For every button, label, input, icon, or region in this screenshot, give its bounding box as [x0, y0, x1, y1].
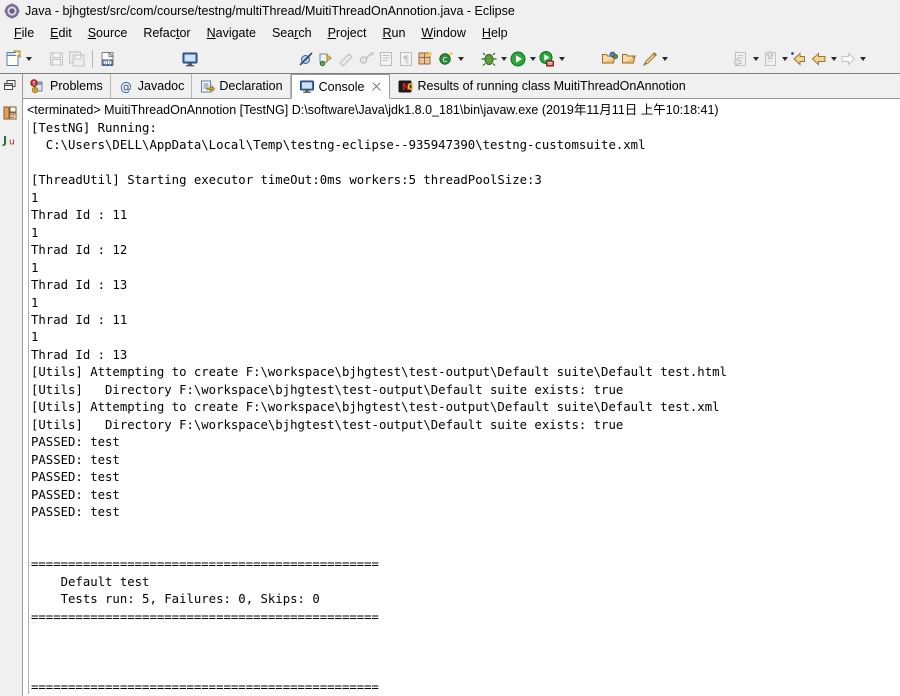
- left-view-bar: J u: [0, 74, 23, 696]
- skip-all-breakpoints-icon[interactable]: [296, 49, 316, 69]
- search-icon[interactable]: [640, 49, 660, 69]
- tab-label: Javadoc: [138, 79, 185, 93]
- problems-icon: [30, 79, 46, 94]
- tab-console[interactable]: Console: [291, 74, 391, 99]
- javadoc-icon: @: [118, 79, 134, 94]
- previous-edit-dropdown-icon[interactable]: [751, 49, 760, 69]
- menu-navigate[interactable]: Navigate: [199, 24, 264, 42]
- toggle-breakpoint-icon[interactable]: 010: [98, 49, 118, 69]
- svg-text:u: u: [9, 138, 15, 148]
- tab-problems[interactable]: Problems: [23, 74, 111, 98]
- menu-file[interactable]: FFileile: [6, 24, 42, 42]
- menu-search[interactable]: Search: [264, 24, 320, 42]
- menu-window[interactable]: Window: [413, 24, 473, 42]
- tab-label: Console: [319, 80, 365, 94]
- workbench-body: J u: [0, 74, 900, 696]
- toolbar-separator: [92, 50, 93, 68]
- console-output-area[interactable]: [TestNG] Running: C:\Users\DELL\AppData\…: [23, 118, 900, 696]
- tab-testng-results[interactable]: N G Results of running class MuitiThread…: [390, 74, 692, 98]
- run-coverage-icon[interactable]: [537, 49, 557, 69]
- tab-label: Results of running class MuitiThreadOnAn…: [417, 79, 685, 93]
- new-file-icon[interactable]: [4, 49, 24, 69]
- tab-label: Declaration: [219, 79, 282, 93]
- new-java-class-icon[interactable]: C: [436, 49, 456, 69]
- process-label: <terminated> MuitiThreadOnAnnotion [Test…: [27, 99, 719, 118]
- svg-text:@: @: [120, 80, 132, 94]
- forward-icon: [838, 49, 858, 69]
- toolbar: 010: [0, 44, 900, 74]
- close-icon[interactable]: [371, 81, 382, 92]
- console-view: Problems @ Javadoc: [23, 74, 900, 696]
- eclipse-window: Java - bjhgtest/src/com/course/testng/mu…: [0, 0, 900, 696]
- console-output-text[interactable]: [TestNG] Running: C:\Users\DELL\AppData\…: [28, 120, 900, 696]
- title-bar: Java - bjhgtest/src/com/course/testng/mu…: [0, 0, 900, 22]
- menu-refactor[interactable]: Refactor: [135, 24, 198, 42]
- text-caret: [28, 120, 29, 694]
- run-coverage-dropdown-icon[interactable]: [557, 49, 566, 69]
- tab-declaration[interactable]: Declaration: [192, 74, 290, 98]
- last-edit-location-icon: [356, 49, 376, 69]
- svg-text:J: J: [2, 134, 7, 147]
- next-edit-icon: [760, 49, 780, 69]
- testng-icon: N G: [397, 79, 413, 94]
- tab-label: Problems: [50, 79, 103, 93]
- run-icon[interactable]: [508, 49, 528, 69]
- previous-annotation-icon: [336, 49, 356, 69]
- open-type-icon[interactable]: [600, 49, 620, 69]
- package-explorer-icon[interactable]: [2, 105, 20, 123]
- save-all-icon: [67, 49, 87, 69]
- declaration-icon: [199, 79, 215, 94]
- tab-javadoc[interactable]: @ Javadoc: [111, 74, 193, 98]
- junit-view-icon[interactable]: J u: [2, 132, 20, 150]
- forward-dropdown-icon[interactable]: [858, 49, 867, 69]
- svg-text:010: 010: [102, 60, 113, 66]
- debug-dropdown-icon[interactable]: [499, 49, 508, 69]
- menu-bar: FFileile Edit Source Refactor Navigate S…: [0, 22, 900, 44]
- menu-project[interactable]: Project: [320, 24, 375, 42]
- next-edit-dropdown-icon[interactable]: [780, 49, 789, 69]
- search-dropdown-icon[interactable]: [660, 49, 669, 69]
- back-highlight-icon[interactable]: [789, 49, 809, 69]
- run-dropdown-icon[interactable]: [528, 49, 537, 69]
- new-java-class-dropdown-icon[interactable]: [456, 49, 465, 69]
- svg-text:¶: ¶: [403, 54, 409, 65]
- menu-source[interactable]: Source: [80, 24, 136, 42]
- menu-help[interactable]: Help: [474, 24, 516, 42]
- open-task-icon[interactable]: [620, 49, 640, 69]
- previous-edit-icon: [731, 49, 751, 69]
- back-icon[interactable]: [809, 49, 829, 69]
- svg-text:C: C: [443, 56, 448, 64]
- new-java-package-icon[interactable]: [416, 49, 436, 69]
- console-process-line: <terminated> MuitiThreadOnAnnotion [Test…: [23, 99, 900, 118]
- next-annotation-icon[interactable]: [316, 49, 336, 69]
- open-console-icon[interactable]: [180, 49, 200, 69]
- view-tab-bar: Problems @ Javadoc: [23, 74, 900, 99]
- save-icon: [47, 49, 67, 69]
- new-file-dropdown-icon[interactable]: [24, 49, 33, 69]
- menu-edit[interactable]: Edit: [42, 24, 80, 42]
- menu-run[interactable]: Run: [374, 24, 413, 42]
- window-title: Java - bjhgtest/src/com/course/testng/mu…: [25, 4, 515, 18]
- restore-view-icon[interactable]: [2, 78, 20, 96]
- toggle-block-selection-icon: [376, 49, 396, 69]
- back-dropdown-icon[interactable]: [829, 49, 838, 69]
- show-whitespace-icon: ¶: [396, 49, 416, 69]
- svg-text:G: G: [408, 82, 414, 93]
- debug-icon[interactable]: [479, 49, 499, 69]
- eclipse-icon: [4, 3, 20, 19]
- console-icon: [299, 79, 315, 94]
